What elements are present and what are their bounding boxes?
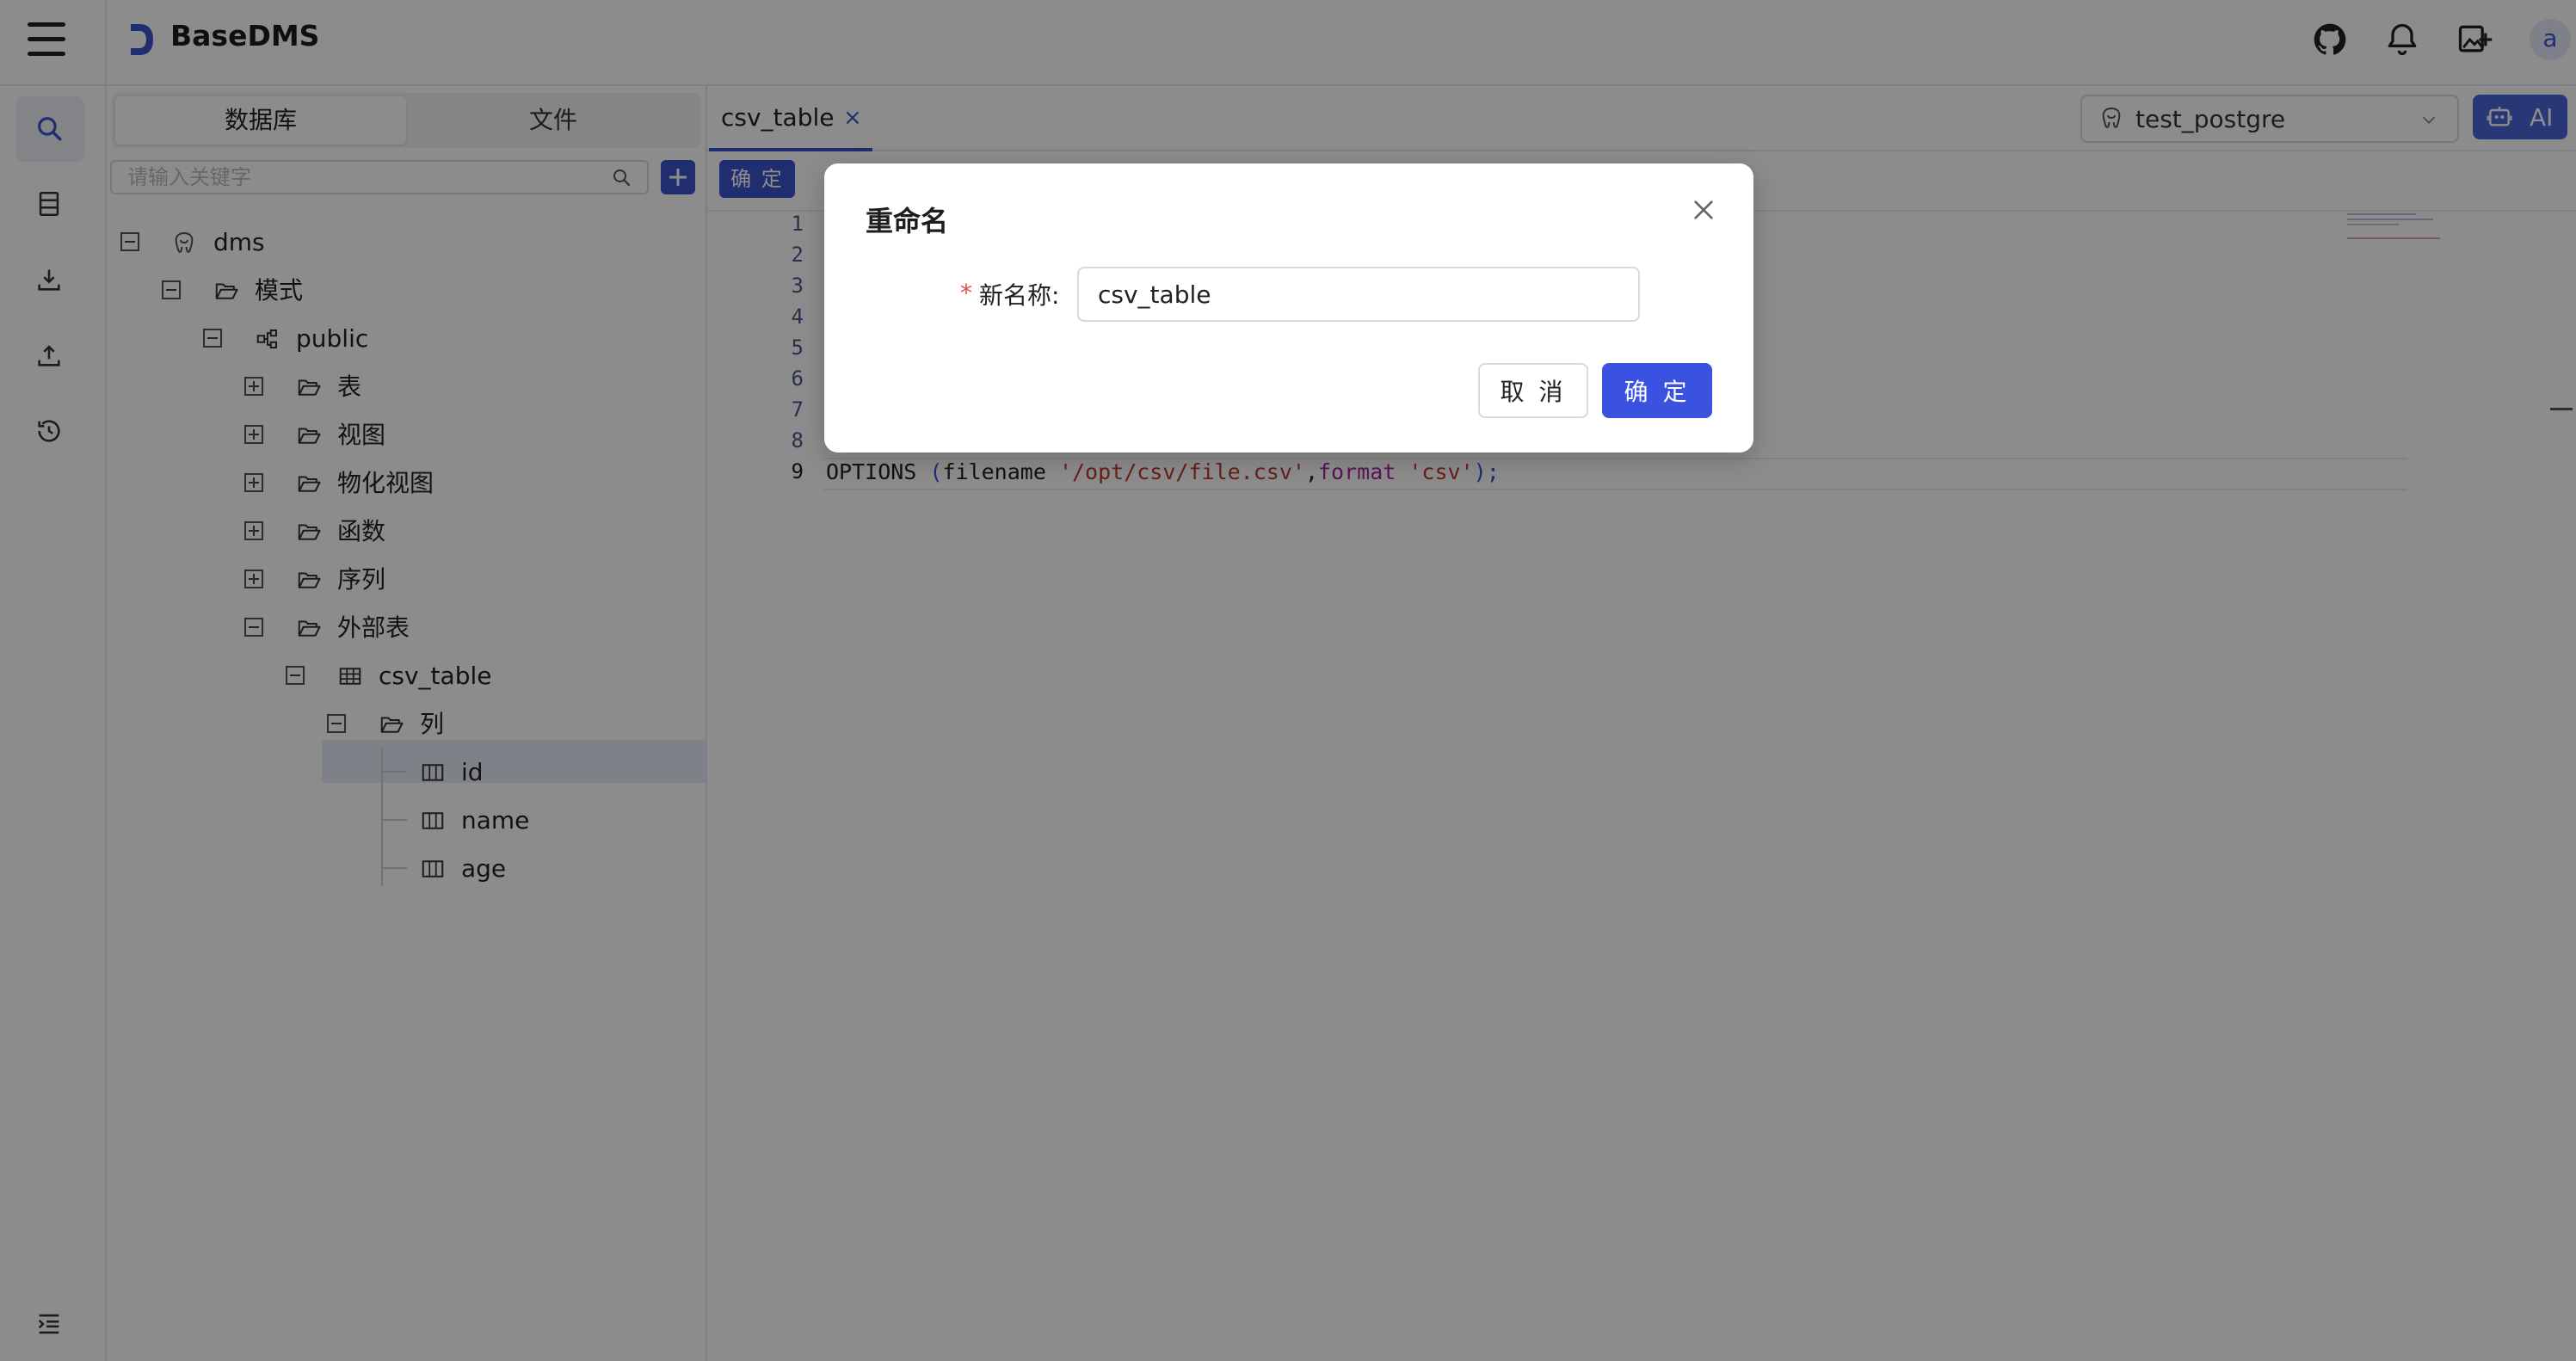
new-name-label: 新名称: bbox=[979, 281, 1060, 310]
required-mark: * bbox=[960, 279, 972, 307]
dialog-title: 重命名 bbox=[866, 205, 949, 237]
rename-dialog: 重命名 * 新名称: 取 消 确 定 bbox=[824, 163, 1753, 453]
cancel-button[interactable]: 取 消 bbox=[1478, 363, 1588, 418]
close-icon[interactable] bbox=[1690, 196, 1717, 224]
new-name-input[interactable] bbox=[1077, 267, 1640, 322]
ok-button[interactable]: 确 定 bbox=[1602, 363, 1712, 418]
